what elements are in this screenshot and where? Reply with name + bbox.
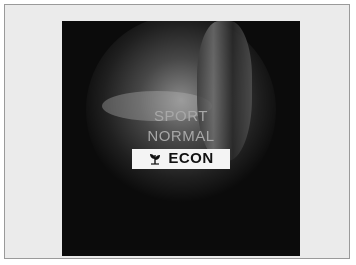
drive-mode-menu: SPORT NORMAL ECON bbox=[62, 107, 300, 169]
mode-econ[interactable]: ECON bbox=[132, 149, 230, 169]
display-screen: SPORT NORMAL ECON bbox=[62, 21, 300, 256]
mode-econ-label: ECON bbox=[168, 150, 214, 167]
econ-leaf-icon bbox=[150, 154, 161, 165]
mode-normal[interactable]: NORMAL bbox=[62, 127, 300, 147]
mode-sport[interactable]: SPORT bbox=[62, 107, 300, 127]
figure-frame: SPORT NORMAL ECON bbox=[4, 4, 350, 259]
